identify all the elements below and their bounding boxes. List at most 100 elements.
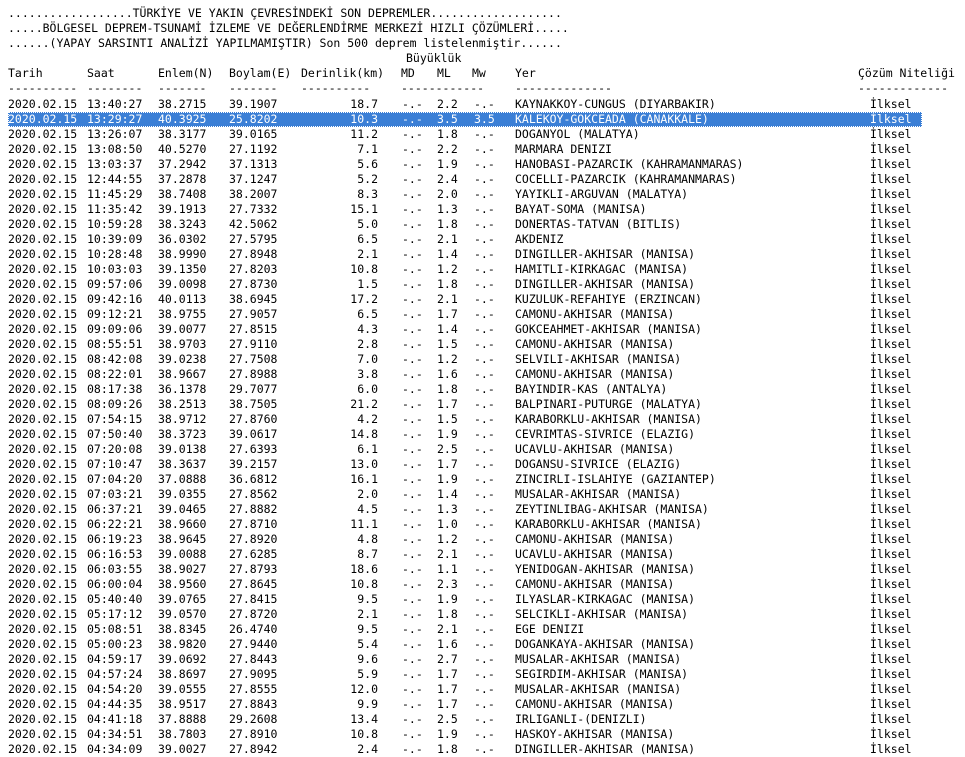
earthquake-row[interactable]: 2020.02.15 04:41:18 37.8888 29.2608 13.4 -.- 2… [8,712,922,727]
earthquake-row[interactable]: 2020.02.15 07:20:08 39.0138 27.6393 6.1 -.- 2.… [8,442,922,457]
earthquake-row[interactable]: 2020.02.15 10:59:28 38.3243 42.5062 5.0 -.- 1.… [8,217,922,232]
separator-latitude: ------- [158,81,207,95]
earthquake-row[interactable]: 2020.02.15 13:40:27 38.2715 39.1907 18.7 -.- 2… [8,97,922,112]
cell-quality: İlksel [870,412,912,426]
earthquake-row[interactable]: 2020.02.15 07:50:40 38.3723 39.0617 14.8 -.- 1… [8,427,922,442]
earthquake-row[interactable]: 2020.02.15 05:08:51 38.8345 26.4740 9.5 -.- 2.… [8,622,922,637]
earthquake-row[interactable]: 2020.02.15 04:57:24 38.8697 27.9095 5.9 -.- 1.… [8,667,922,682]
cell-ml: 1.8 [437,277,458,291]
earthquake-row[interactable]: 2020.02.15 09:42:16 40.0113 38.6945 17.2 -.- 2… [8,292,922,307]
earthquake-row[interactable]: 2020.02.15 07:04:20 37.0888 36.6812 16.1 -.- 1… [8,472,922,487]
cell-depth: 6.1 [357,442,378,456]
earthquake-row[interactable]: 2020.02.15 13:29:27 40.3925 25.8202 10.3 -.- 3… [8,112,922,127]
cell-date: 2020.02.15 [8,442,78,456]
earthquake-row[interactable]: 2020.02.15 04:34:09 39.0027 27.8942 2.4 -.- 1.… [8,742,922,757]
earthquake-row[interactable]: 2020.02.15 05:00:23 38.9820 27.9440 5.4 -.- 1.… [8,637,922,652]
cell-quality: İlksel [870,232,912,246]
column-header-depth: Derinlik(km) [301,66,385,80]
cell-longitude: 39.2157 [229,457,278,471]
cell-ml: 1.0 [437,517,458,531]
cell-place: DINGILLER-AKHISAR (MANISA) [515,277,696,291]
cell-depth: 4.5 [357,502,378,516]
earthquake-row[interactable]: 2020.02.15 05:17:12 39.0570 27.8720 2.1 -.- 1.… [8,607,922,622]
earthquake-row[interactable]: 2020.02.15 04:44:35 38.9517 27.8843 9.9 -.- 1.… [8,697,922,712]
earthquake-row[interactable]: 2020.02.15 09:57:06 39.0098 27.8730 1.5 -.- 1.… [8,277,922,292]
earthquake-row[interactable]: 2020.02.15 06:03:55 38.9027 27.8793 18.6 -.- 1… [8,562,922,577]
cell-longitude: 27.8203 [229,262,278,276]
earthquake-row[interactable]: 2020.02.15 06:22:21 38.9660 27.8710 11.1 -.- 1… [8,517,922,532]
header-subtitle-line: .....BÖLGESEL DEPREM-TSUNAMİ İZLEME VE D… [8,21,569,35]
cell-depth: 17.2 [350,292,378,306]
cell-date: 2020.02.15 [8,352,78,366]
cell-md: -.- [402,292,423,306]
cell-quality: İlksel [870,202,912,216]
cell-mw: -.- [474,742,495,756]
cell-md: -.- [402,667,423,681]
earthquake-row[interactable]: 2020.02.15 08:55:51 38.9703 27.9110 2.8 -.- 1.… [8,337,922,352]
earthquake-row[interactable]: 2020.02.15 06:00:04 38.9560 27.8645 10.8 -.- 2… [8,577,922,592]
cell-longitude: 27.8760 [229,412,278,426]
cell-depth: 3.8 [357,367,378,381]
cell-quality: İlksel [870,592,912,606]
earthquake-row[interactable]: 2020.02.15 05:40:40 39.0765 27.8415 9.5 -.- 1.… [8,592,922,607]
cell-place: YENIDOGAN-AKHISAR (MANISA) [515,562,696,576]
earthquake-row[interactable]: 2020.02.15 11:35:42 39.1913 27.7332 15.1 -.- 1… [8,202,922,217]
earthquake-row[interactable]: 2020.02.15 07:10:47 38.3637 39.2157 13.0 -.- 1… [8,457,922,472]
earthquake-row[interactable]: 2020.02.15 04:34:51 38.7803 27.8910 10.8 -.- 1… [8,727,922,742]
earthquake-row[interactable]: 2020.02.15 06:16:53 39.0088 27.6285 8.7 -.- 2.… [8,547,922,562]
earthquake-row[interactable]: 2020.02.15 10:28:48 38.9990 27.8948 2.1 -.- 1.… [8,247,922,262]
cell-depth: 12.0 [350,682,378,696]
earthquake-row[interactable]: 2020.02.15 09:09:06 39.0077 27.8515 4.3 -.- 1.… [8,322,922,337]
cell-mw: -.- [474,262,495,276]
earthquake-row[interactable]: 2020.02.15 13:08:50 40.5270 27.1192 7.1 -.- 2.… [8,142,922,157]
earthquake-row[interactable]: 2020.02.15 08:42:08 39.0238 27.7508 7.0 -.- 1.… [8,352,922,367]
earthquake-row[interactable]: 2020.02.15 06:37:21 39.0465 27.8882 4.5 -.- 1.… [8,502,922,517]
cell-mw: -.- [474,532,495,546]
cell-quality: İlksel [870,187,912,201]
cell-depth: 11.1 [350,517,378,531]
earthquake-row[interactable]: 2020.02.15 10:03:03 39.1350 27.8203 10.8 -.- 1… [8,262,922,277]
cell-depth: 9.9 [357,697,378,711]
cell-quality: İlksel [870,457,912,471]
cell-depth: 18.6 [350,562,378,576]
cell-ml: 1.8 [437,382,458,396]
cell-time: 08:17:38 [87,382,143,396]
cell-md: -.- [402,427,423,441]
earthquake-row[interactable]: 2020.02.15 08:09:26 38.2513 38.7505 21.2 -.- 1… [8,397,922,412]
cell-date: 2020.02.15 [8,667,78,681]
cell-mw: -.- [474,127,495,141]
cell-md: -.- [402,127,423,141]
cell-time: 04:59:17 [87,652,143,666]
earthquake-row[interactable]: 2020.02.15 07:54:15 38.9712 27.8760 4.2 -.- 1.… [8,412,922,427]
cell-latitude: 36.0302 [158,232,207,246]
cell-md: -.- [402,157,423,171]
cell-place: KAYNAKKOY-CUNGUS (DIYARBAKIR) [515,97,716,111]
cell-ml: 1.4 [437,247,458,261]
separator-quality: ------------- [858,81,949,95]
cell-place: CAMONU-AKHISAR (MANISA) [515,532,675,546]
earthquake-row[interactable]: 2020.02.15 08:22:01 38.9667 27.8988 3.8 -.- 1.… [8,367,922,382]
cell-md: -.- [402,562,423,576]
cell-quality: İlksel [870,682,912,696]
cell-longitude: 27.8910 [229,727,278,741]
earthquake-row[interactable]: 2020.02.15 08:17:38 36.1378 29.7077 6.0 -.- 1.… [8,382,922,397]
column-header-row: Tarih Saat Enlem(N) Boylam(E) Derinlik(k… [0,66,965,81]
cell-latitude: 39.0098 [158,277,207,291]
cell-mw: -.- [474,382,495,396]
earthquake-row[interactable]: 2020.02.15 13:26:07 38.3177 39.0165 11.2 -.- 1… [8,127,922,142]
earthquake-row[interactable]: 2020.02.15 13:03:37 37.2942 37.1313 5.6 -.- 1.… [8,157,922,172]
earthquake-row[interactable]: 2020.02.15 10:39:09 36.0302 27.5795 6.5 -.- 2.… [8,232,922,247]
cell-ml: 1.7 [437,682,458,696]
earthquake-row[interactable]: 2020.02.15 06:19:23 38.9645 27.8920 4.8 -.- 1.… [8,532,922,547]
cell-md: -.- [402,97,423,111]
cell-time: 07:20:08 [87,442,143,456]
cell-latitude: 38.9820 [158,637,207,651]
earthquake-row[interactable]: 2020.02.15 12:44:55 37.2878 37.1247 5.2 -.- 2.… [8,172,922,187]
earthquake-row[interactable]: 2020.02.15 09:12:21 38.9755 27.9057 6.5 -.- 1.… [8,307,922,322]
cell-md: -.- [402,337,423,351]
earthquake-row[interactable]: 2020.02.15 04:59:17 39.0692 27.8443 9.6 -.- 2.… [8,652,922,667]
cell-depth: 2.1 [357,607,378,621]
earthquake-row[interactable]: 2020.02.15 04:54:20 39.0555 27.8555 12.0 -.- 1… [8,682,922,697]
earthquake-row[interactable]: 2020.02.15 07:03:21 39.0355 27.8562 2.0 -.- 1.… [8,487,922,502]
earthquake-row[interactable]: 2020.02.15 11:45:29 38.7408 38.2007 8.3 -.- 2.… [8,187,922,202]
